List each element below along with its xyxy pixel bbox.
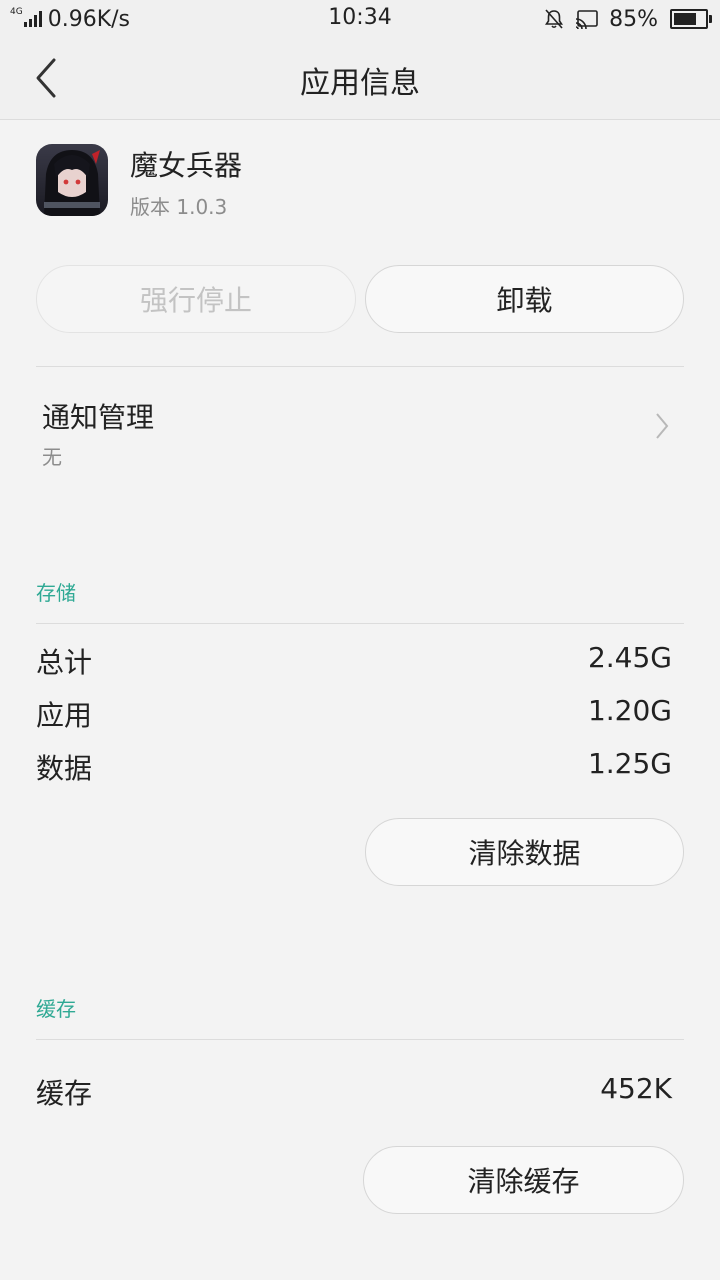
status-bar: 4G 0.96K/s 10:34 85%: [0, 0, 720, 38]
app-icon: [36, 144, 108, 216]
cache-section-label: 缓存: [36, 997, 76, 1021]
cast-icon: [575, 8, 599, 30]
notification-title: 通知管理: [42, 401, 155, 434]
divider: [36, 366, 684, 367]
storage-data-value: 1.25G: [587, 747, 672, 780]
app-name: 魔女兵器: [130, 149, 243, 182]
clear-cache-button[interactable]: 清除缓存: [363, 1146, 684, 1214]
clear-data-button[interactable]: 清除数据: [365, 818, 684, 886]
battery-percent: 85%: [609, 6, 658, 32]
status-right: 85%: [543, 5, 712, 33]
force-stop-button[interactable]: 强行停止: [36, 265, 356, 333]
storage-total-label: 总计: [36, 646, 93, 679]
battery-icon: [670, 9, 712, 29]
chevron-right-icon: [656, 413, 669, 439]
cache-value: 452K: [600, 1072, 672, 1105]
title-bar: 应用信息: [0, 38, 720, 120]
storage-data-label: 数据: [36, 752, 93, 785]
divider: [36, 1039, 684, 1040]
storage-total-value: 2.45G: [587, 641, 672, 674]
storage-section-label: 存储: [36, 581, 76, 605]
notification-value: 无: [42, 445, 62, 469]
uninstall-button[interactable]: 卸载: [365, 265, 684, 333]
storage-app-value: 1.20G: [587, 694, 672, 727]
divider: [36, 623, 684, 624]
mute-bell-icon: [543, 8, 565, 30]
notification-management-row[interactable]: 通知管理 无: [36, 368, 684, 478]
storage-app-label: 应用: [36, 699, 93, 732]
cache-label: 缓存: [36, 1077, 93, 1110]
page-title: 应用信息: [300, 66, 420, 101]
app-version: 版本 1.0.3: [130, 195, 228, 219]
